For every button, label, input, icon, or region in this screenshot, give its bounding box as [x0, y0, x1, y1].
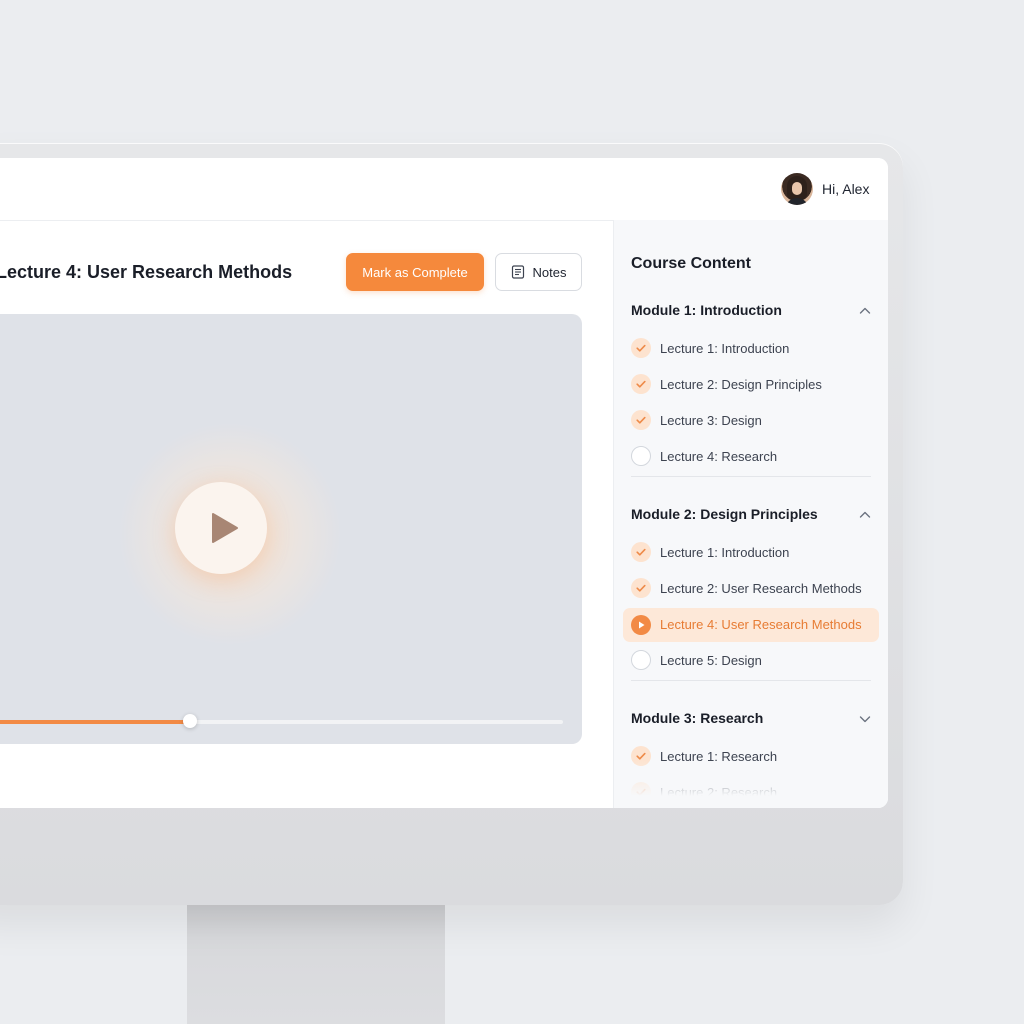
play-button[interactable]: [175, 482, 267, 574]
lesson-label: Lecture 1: Introduction: [660, 341, 790, 356]
lesson-label: Lecture 4: User Research Methods: [660, 617, 862, 632]
module-divider: [631, 680, 871, 681]
lesson-item[interactable]: Lecture 2: Design Principles: [631, 373, 875, 397]
avatar-face: [792, 182, 802, 195]
lesson-label: Lecture 4: Research: [660, 449, 778, 464]
module-header[interactable]: Module 2: Design Principles: [631, 506, 871, 526]
lesson-label: Lecture 3: Design: [660, 413, 762, 428]
module-title: Module 2: Design Principles: [631, 506, 818, 522]
video-progress-fill: [0, 720, 190, 724]
sidebar-title: Course Content: [631, 255, 751, 272]
lesson-item[interactable]: Lecture 2: User Research Methods: [631, 577, 875, 601]
chevron-up-icon: [859, 511, 871, 518]
module-divider: [631, 476, 871, 477]
lesson-label: Lecture 1: Introduction: [660, 545, 790, 560]
check-icon: [631, 542, 651, 562]
lesson-item[interactable]: Lecture 1: Introduction: [631, 337, 875, 361]
module-title: Module 3: Research: [631, 710, 764, 726]
play-circle-icon: [631, 615, 651, 635]
monitor-stand: [187, 900, 445, 1024]
top-bar: Hi, Alex: [0, 158, 888, 221]
check-icon: [631, 746, 651, 766]
video-player[interactable]: [0, 314, 582, 744]
avatar[interactable]: [781, 173, 813, 205]
notes-button[interactable]: Notes: [495, 253, 582, 291]
module-header[interactable]: Module 3: Research: [631, 710, 871, 730]
lesson-label: Lecture 5: Design: [660, 653, 762, 668]
module-header[interactable]: Module 1: Introduction: [631, 302, 871, 322]
lecture-title: Lecture 4: User Research Methods: [0, 262, 293, 282]
lesson-item[interactable]: Lecture 1: Introduction: [631, 541, 875, 565]
lesson-label: Lecture 2: Design Principles: [660, 377, 822, 392]
lesson-label: Lecture 2: Research: [660, 785, 778, 800]
lesson-item[interactable]: Lecture 2: Research: [631, 781, 875, 805]
empty-circle-icon: [631, 650, 651, 670]
app-screen: Hi, Alex Lecture 4: User Research Method…: [0, 158, 888, 808]
course-content-sidebar: Course Content Module 1: Introduction Lec…: [613, 220, 888, 808]
chevron-down-icon: [859, 716, 871, 723]
check-icon: [631, 578, 651, 598]
lesson-item[interactable]: Lecture 5: Design: [631, 649, 875, 673]
module-title: Module 1: Introduction: [631, 302, 782, 318]
check-icon: [631, 782, 651, 802]
check-icon: [631, 374, 651, 394]
lesson-item[interactable]: Lecture 1: Research: [631, 745, 875, 769]
notes-icon: [511, 265, 524, 279]
video-progress-bar[interactable]: [0, 714, 563, 728]
notes-button-label: Notes: [532, 264, 567, 280]
empty-circle-icon: [631, 446, 651, 466]
mark-complete-button[interactable]: Mark as Complete: [346, 253, 484, 291]
user-greeting: Hi, Alex: [822, 181, 870, 197]
check-icon: [631, 410, 651, 430]
check-icon: [631, 338, 651, 358]
lesson-label: Lecture 1: Research: [660, 749, 778, 764]
lesson-item[interactable]: Lecture 3: Design: [631, 409, 875, 433]
lesson-item[interactable]: Lecture 4: Research: [631, 445, 875, 469]
chevron-up-icon: [859, 307, 871, 314]
video-progress-thumb[interactable]: [183, 714, 197, 728]
play-icon: [212, 513, 238, 543]
lesson-label: Lecture 2: User Research Methods: [660, 581, 862, 596]
avatar-shoulder: [785, 198, 809, 205]
lesson-item-current[interactable]: Lecture 4: User Research Methods: [623, 608, 879, 642]
